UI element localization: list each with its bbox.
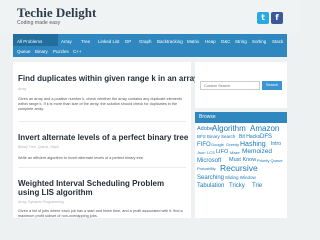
nav-item-queue[interactable]: Queue [17,49,31,55]
tag-link[interactable]: Searching [197,175,224,181]
tag-link[interactable]: Greedy [226,143,239,147]
nav-item-backtracking[interactable]: Backtracking [157,39,183,45]
tag-link[interactable]: Google [211,143,224,147]
nav-item-heap[interactable]: Heap [205,39,216,45]
facebook-icon[interactable]: f [271,12,283,24]
post-list: Find duplicates within given range k in … [13,62,198,218]
tag-link[interactable]: Adobe [197,126,213,133]
tag-link[interactable]: Hashing [240,141,266,148]
tag-cloud-heading: Browse [195,112,287,123]
tag-link[interactable]: Bit Hacks [239,135,260,140]
tag-link[interactable]: Probability [197,167,216,171]
search-widget: Search [195,62,287,108]
tag-link[interactable]: Json [197,151,205,155]
nav-item-dp[interactable]: DP [125,39,131,45]
tag-link[interactable]: DFS [260,134,272,140]
tag-link[interactable]: Microsoft [197,158,221,164]
nav-item-tree[interactable]: Tree [81,39,90,45]
post-meta[interactable]: Binary Tree, Queue, Stack [18,145,59,149]
site-title[interactable]: Techie Delight [17,6,96,19]
twitter-icon[interactable]: t [257,12,269,24]
post-excerpt: Given a list of jobs where each job has … [18,209,183,218]
nav-item-binary[interactable]: Binary [35,49,48,55]
nav-item-cpp[interactable]: C++ [73,49,82,55]
post-title[interactable]: Find duplicates within given range k in … [18,74,198,83]
post-meta[interactable]: Array, Dynamic Programming [18,200,64,204]
nav-item-graph[interactable]: Graph [139,39,152,45]
tag-link[interactable]: Sliding Window [225,175,256,181]
nav-item-string[interactable]: String [235,39,247,45]
search-input[interactable] [200,81,260,90]
tag-link[interactable]: Trie [252,183,262,189]
nav-item-puzzles[interactable]: Puzzles [53,49,69,55]
site-tagline: Coding made easy [17,20,61,26]
tag-link[interactable]: Algorithm [212,125,246,133]
nav-item-all-problems[interactable]: All Problems [17,39,42,45]
tag-link[interactable]: Intro [271,142,281,147]
tag-link[interactable]: Memoized [242,148,272,156]
tag-cloud-widget: Browse Adobe Algorithm Amazon BFS Binary… [195,112,287,218]
tag-link[interactable]: Maze [230,151,240,155]
tag-link[interactable]: BFS [197,134,206,140]
post-excerpt: Write an efficient algorithm to invert a… [18,156,145,160]
post-title[interactable]: Weighted Interval Scheduling Problem usi… [18,179,168,197]
post-meta[interactable]: Array [18,87,26,91]
post-title[interactable]: Invert alternate levels of a perfect bin… [18,133,188,142]
nav-item-stack[interactable]: Stack [272,39,283,45]
tag-link[interactable]: FIFO [197,142,211,148]
nav-item-sorting[interactable]: Sorting [252,39,266,45]
tag-link[interactable]: LIFO [216,149,228,156]
tag-link[interactable]: Tabulation [197,183,224,189]
tag-link[interactable]: Priority Queue [257,159,283,163]
tag-link[interactable]: LCS [207,151,215,155]
tag-link[interactable]: Recursive [220,164,258,173]
post-excerpt: Given an array and a positive number k, … [18,97,182,111]
search-button[interactable]: Search [262,81,282,90]
tag-link[interactable]: Tricky [229,183,245,189]
tag-link[interactable]: Binary Search [207,134,235,140]
nav-item-array[interactable]: Array [61,39,72,45]
nav-item-dnc[interactable]: D&C [221,39,231,45]
post-divider [18,167,186,168]
site-brand[interactable]: Techie Delight Coding made easy [17,6,96,26]
post-divider [18,121,186,122]
nav-item-linked-list[interactable]: Linked List [98,39,120,45]
nav-item-matrix[interactable]: Matrix [187,39,199,45]
main-nav: All Problems Array Tree Linked List DP G… [13,34,287,57]
tag-link[interactable]: Amazon [250,125,279,133]
site-header: Techie Delight Coding made easy t f [0,0,300,33]
